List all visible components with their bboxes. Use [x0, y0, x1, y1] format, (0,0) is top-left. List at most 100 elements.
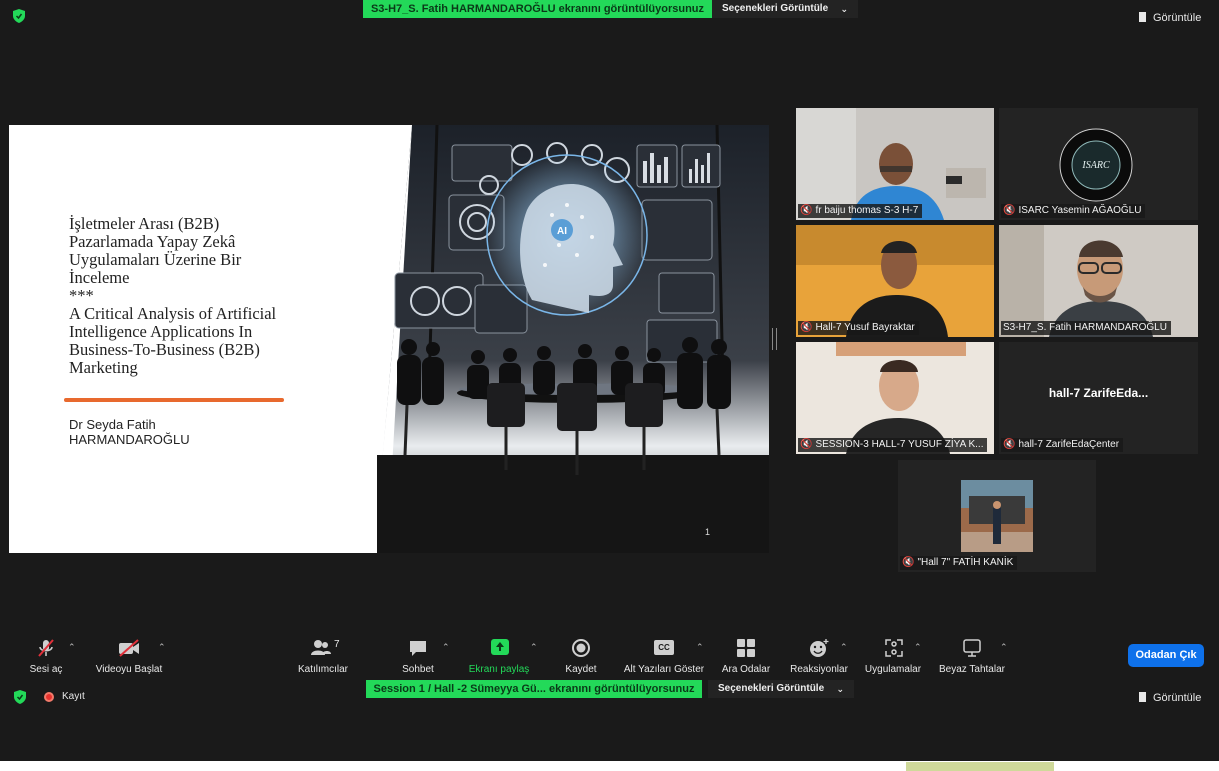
start-video-button[interactable]: Videoyu Başlat — [90, 638, 168, 678]
ai-boardroom-illustration: AI — [377, 125, 769, 553]
recording-status[interactable]: Kayıt — [62, 691, 85, 702]
shared-screen-slide[interactable]: İşletmeler Arası (B2B) Pazarlamada Yapay… — [9, 125, 769, 553]
participants-button[interactable]: 7 Katılımcılar — [292, 638, 354, 678]
captions-options-caret[interactable]: ⌃ — [696, 642, 704, 653]
view-options-dropdown[interactable]: Seçenekleri Görüntüle ⌄ — [708, 680, 854, 698]
show-captions-button[interactable]: CC Alt Yazıları Göster — [620, 638, 708, 678]
view-button[interactable]: Görüntüle — [1139, 10, 1201, 26]
reactions-options-caret[interactable]: ⌃ — [840, 642, 848, 653]
isarc-logo: ISARC — [1059, 128, 1133, 202]
slide-divider — [64, 398, 284, 402]
participant-name: hall-7 ZarifeEdaÇenter — [1018, 439, 1120, 450]
participant-name-tag: 🔇 hall-7 ZarifeEdaÇenter — [1001, 438, 1124, 452]
slide-page-number: 1 — [705, 527, 711, 537]
slide-title-line: Marketing — [69, 358, 138, 377]
share-screen-button[interactable]: Ekranı paylaş — [466, 638, 532, 678]
ai-label: AI — [557, 226, 567, 237]
view-button-label: Görüntüle — [1153, 692, 1202, 704]
slide-title-line: Business-To-Business (B2B) — [69, 340, 260, 359]
participant-name: SESSION-3 HALL-7 YUSUF ZİYA K... — [815, 439, 984, 450]
participant-name: fr baiju thomas S-3 H-7 — [815, 205, 919, 216]
slide-title-line: Intelligence Applications In — [69, 322, 253, 341]
share-screen-label: Ekranı paylaş — [468, 664, 530, 675]
participant-tile[interactable]: 🔇 SESSION-3 HALL-7 YUSUF ZİYA K... — [796, 342, 994, 454]
participant-name-tag: 🔇 Hall-7 Yusuf Bayraktar — [798, 321, 919, 335]
record-icon — [572, 639, 590, 657]
view-options-label: Seçenekleri Görüntüle — [722, 3, 829, 14]
participant-name: S3-H7_S. Fatih HARMANDAROĞLU — [1003, 322, 1167, 333]
participant-name: "Hall 7" FATİH KANİK — [917, 557, 1014, 568]
captions-icon: CC — [654, 640, 674, 655]
isarc-logo-text: ISARC — [1081, 160, 1110, 171]
start-video-label: Videoyu Başlat — [95, 664, 163, 675]
reactions-icon — [810, 639, 829, 657]
participant-tile[interactable]: hall-7 ZarifeEda... 🔇 hall-7 ZarifeEdaÇen… — [999, 342, 1198, 454]
security-shield-icon[interactable] — [14, 690, 26, 704]
mic-muted-icon: 🔇 — [800, 322, 813, 333]
security-shield-icon[interactable] — [13, 9, 25, 23]
slide-title-line: İşletmeler Arası (B2B) — [69, 214, 220, 233]
participant-tile[interactable]: 🔇 "Hall 7" FATİH KANİK — [898, 460, 1096, 572]
breakout-rooms-button[interactable]: Ara Odalar — [718, 638, 774, 678]
participant-profile-photo — [961, 480, 1033, 552]
participant-name: ISARC Yasemin AĞAOĞLU — [1018, 205, 1142, 216]
slide-title-line: Uygulamaları Üzerine Bir — [69, 250, 242, 269]
chat-label: Sohbet — [402, 664, 434, 675]
mute-label: Sesi aç — [29, 664, 63, 675]
view-button-label: Görüntüle — [1153, 12, 1202, 24]
slide-title-line: İnceleme — [69, 268, 130, 287]
mute-button[interactable]: Sesi aç — [22, 638, 70, 678]
mic-muted-icon: 🔇 — [1003, 439, 1016, 450]
partial-thumbnail — [906, 762, 1054, 771]
recording-indicator-icon — [44, 692, 54, 702]
participant-name-tag: 🔇 ISARC Yasemin AĞAOĞLU — [1001, 204, 1146, 218]
slide-title-line: Pazarlamada Yapay Zekâ — [69, 232, 236, 251]
record-button[interactable]: Kaydet — [560, 638, 602, 678]
video-options-caret[interactable]: ⌃ — [158, 642, 166, 653]
slide-title: İşletmeler Arası (B2B) Pazarlamada Yapay… — [69, 215, 399, 377]
show-captions-label: Alt Yazıları Göster — [623, 664, 705, 675]
slide-title-line: A Critical Analysis of Artificial — [69, 304, 277, 323]
participant-name-tag: 🔇 SESSION-3 HALL-7 YUSUF ZİYA K... — [798, 438, 988, 452]
apps-icon — [885, 639, 903, 657]
whiteboards-options-caret[interactable]: ⌃ — [1000, 642, 1008, 653]
panel-resize-handle[interactable] — [772, 328, 777, 350]
view-options-dropdown[interactable]: Seçenekleri Görüntüle ⌄ — [712, 0, 858, 18]
participant-name-tag: S3-H7_S. Fatih HARMANDAROĞLU — [1001, 321, 1171, 335]
breakout-rooms-label: Ara Odalar — [721, 664, 771, 675]
mic-muted-icon: 🔇 — [800, 439, 813, 450]
participant-tile[interactable]: ISARC 🔇 ISARC Yasemin AĞAOĞLU — [999, 108, 1198, 220]
chevron-down-icon: ⌄ — [836, 684, 844, 694]
share-options-caret[interactable]: ⌃ — [530, 642, 538, 653]
participant-name-tag: 🔇 fr baiju thomas S-3 H-7 — [798, 204, 923, 218]
view-button[interactable]: Görüntüle — [1139, 690, 1201, 706]
whiteboards-button[interactable]: Beyaz Tahtalar — [934, 638, 1010, 678]
apps-label: Uygulamalar — [864, 664, 922, 675]
screen-share-banner: Session 1 / Hall -2 Sümeyya Gü... ekranı… — [366, 680, 702, 698]
leave-meeting-button[interactable]: Odadan Çık — [1128, 644, 1204, 667]
slide-author-line: HARMANDAROĞLU — [69, 432, 190, 447]
chat-icon — [410, 641, 426, 656]
apps-options-caret[interactable]: ⌃ — [914, 642, 922, 653]
view-options-label: Seçenekleri Görüntüle — [718, 683, 825, 694]
mic-muted-icon: 🔇 — [902, 557, 915, 568]
slide-author-line: Dr Seyda Fatih — [69, 417, 156, 432]
participants-count: 7 — [334, 639, 340, 650]
breakout-rooms-icon — [737, 639, 755, 657]
participant-name-tag: 🔇 "Hall 7" FATİH KANİK — [900, 556, 1018, 570]
slide-title-line: *** — [69, 286, 94, 305]
share-screen-icon — [491, 639, 509, 655]
participant-tile-active-speaker[interactable]: S3-H7_S. Fatih HARMANDAROĞLU — [999, 225, 1198, 337]
participant-tile[interactable]: 🔇 fr baiju thomas S-3 H-7 — [796, 108, 994, 220]
participant-name: Hall-7 Yusuf Bayraktar — [815, 322, 915, 333]
slide-author: Dr Seyda Fatih HARMANDAROĞLU — [69, 417, 190, 447]
mic-muted-icon: 🔇 — [800, 205, 813, 216]
chat-button[interactable]: Sohbet — [396, 638, 440, 678]
reactions-label: Reaksiyonlar — [790, 664, 848, 675]
whiteboards-label: Beyaz Tahtalar — [939, 664, 1005, 675]
view-layout-icon — [1139, 692, 1149, 702]
participant-tile[interactable]: 🔇 Hall-7 Yusuf Bayraktar — [796, 225, 994, 337]
participant-display-name: hall-7 ZarifeEda... — [1048, 386, 1149, 400]
chat-options-caret[interactable]: ⌃ — [442, 642, 450, 653]
audio-options-caret[interactable]: ⌃ — [68, 642, 76, 653]
